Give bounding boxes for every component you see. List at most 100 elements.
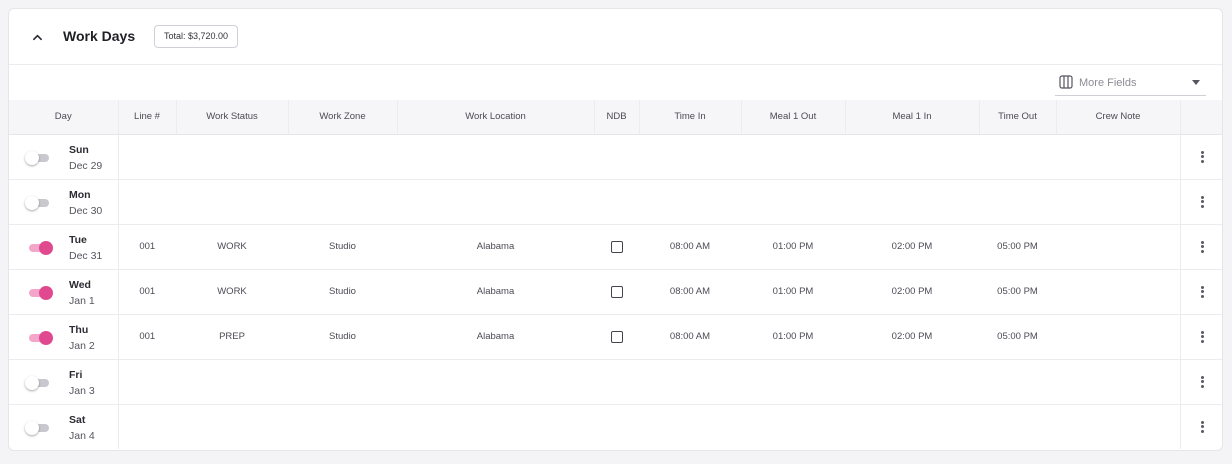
- crew-note-cell[interactable]: [1056, 314, 1180, 360]
- meal1-in-cell[interactable]: [845, 359, 979, 405]
- meal1-out-cell[interactable]: 01:00 PM: [741, 224, 845, 270]
- crew-note-cell[interactable]: [1056, 359, 1180, 405]
- meal1-in-cell[interactable]: [845, 404, 979, 449]
- line-number-cell[interactable]: 001: [118, 314, 176, 360]
- time-out-cell[interactable]: [979, 404, 1056, 449]
- more-vertical-icon[interactable]: [1199, 195, 1205, 209]
- work-location-cell[interactable]: [397, 134, 594, 180]
- work-location-cell[interactable]: [397, 404, 594, 449]
- line-number-cell[interactable]: [118, 179, 176, 225]
- work-status-cell[interactable]: [176, 179, 288, 225]
- work-zone-cell[interactable]: Studio: [288, 314, 397, 360]
- work-status-cell[interactable]: WORK: [176, 269, 288, 315]
- column-header: Meal 1 Out: [741, 100, 846, 135]
- ndb-checkbox[interactable]: [610, 330, 623, 343]
- time-out-cell[interactable]: 05:00 PM: [979, 224, 1056, 270]
- crew-note-cell[interactable]: [1056, 404, 1180, 449]
- ndb-cell[interactable]: [594, 224, 639, 270]
- day-date: Dec 30: [69, 204, 103, 217]
- work-zone-cell[interactable]: Studio: [288, 224, 397, 270]
- time-in-cell[interactable]: 08:00 AM: [639, 314, 741, 360]
- work-status-cell[interactable]: [176, 134, 288, 180]
- ndb-cell[interactable]: [594, 179, 639, 225]
- meal1-in-cell[interactable]: [845, 179, 979, 225]
- columns-icon: [1059, 75, 1073, 89]
- section-title: Work Days: [63, 28, 136, 44]
- column-header-actions: [1180, 100, 1222, 135]
- meal1-in-cell[interactable]: 02:00 PM: [845, 314, 979, 360]
- crew-note-cell[interactable]: [1056, 134, 1180, 180]
- more-vertical-icon[interactable]: [1199, 240, 1205, 254]
- work-status-cell[interactable]: PREP: [176, 314, 288, 360]
- collapse-button[interactable]: [27, 27, 47, 47]
- time-in-cell[interactable]: [639, 404, 741, 449]
- meal1-out-cell[interactable]: [741, 134, 845, 180]
- meal1-out-cell[interactable]: [741, 404, 845, 449]
- work-location-cell[interactable]: [397, 179, 594, 225]
- work-location-cell[interactable]: Alabama: [397, 269, 594, 315]
- ndb-checkbox[interactable]: [610, 240, 623, 253]
- meal1-in-cell[interactable]: 02:00 PM: [845, 224, 979, 270]
- work-zone-cell[interactable]: Studio: [288, 269, 397, 315]
- ndb-cell[interactable]: [594, 134, 639, 180]
- time-in-cell[interactable]: 08:00 AM: [639, 224, 741, 270]
- day-enabled-toggle[interactable]: [25, 330, 53, 345]
- work-zone-cell[interactable]: [288, 179, 397, 225]
- work-location-cell[interactable]: [397, 359, 594, 405]
- work-status-cell[interactable]: [176, 359, 288, 405]
- day-enabled-toggle[interactable]: [25, 420, 53, 435]
- time-out-cell[interactable]: [979, 179, 1056, 225]
- time-out-cell[interactable]: 05:00 PM: [979, 269, 1056, 315]
- more-fields-select[interactable]: More Fields: [1055, 71, 1206, 96]
- time-in-cell[interactable]: 08:00 AM: [639, 269, 741, 315]
- meal1-out-cell[interactable]: 01:00 PM: [741, 314, 845, 360]
- day-date: Jan 1: [69, 294, 95, 307]
- more-vertical-icon[interactable]: [1199, 375, 1205, 389]
- ndb-cell[interactable]: [594, 359, 639, 405]
- time-in-cell[interactable]: [639, 359, 741, 405]
- more-vertical-icon[interactable]: [1199, 150, 1205, 164]
- day-date: Dec 29: [69, 159, 103, 172]
- column-header: Crew Note: [1056, 100, 1181, 135]
- time-in-cell[interactable]: [639, 179, 741, 225]
- crew-note-cell[interactable]: [1056, 179, 1180, 225]
- work-status-cell[interactable]: WORK: [176, 224, 288, 270]
- work-zone-cell[interactable]: [288, 134, 397, 180]
- day-enabled-toggle[interactable]: [25, 195, 53, 210]
- time-in-cell[interactable]: [639, 134, 741, 180]
- line-number-cell[interactable]: [118, 404, 176, 449]
- more-vertical-icon[interactable]: [1199, 420, 1205, 434]
- ndb-cell[interactable]: [594, 269, 639, 315]
- work-location-cell[interactable]: Alabama: [397, 314, 594, 360]
- day-enabled-toggle[interactable]: [25, 240, 53, 255]
- meal1-out-cell[interactable]: [741, 359, 845, 405]
- crew-note-cell[interactable]: [1056, 224, 1180, 270]
- day-enabled-toggle[interactable]: [25, 375, 53, 390]
- time-out-cell[interactable]: [979, 134, 1056, 180]
- day-cell: Mon Dec 30: [9, 179, 119, 225]
- line-number-cell[interactable]: [118, 359, 176, 405]
- day-enabled-toggle[interactable]: [25, 150, 53, 165]
- line-number-cell[interactable]: 001: [118, 224, 176, 270]
- work-status-cell[interactable]: [176, 404, 288, 449]
- ndb-cell[interactable]: [594, 404, 639, 449]
- day-enabled-toggle[interactable]: [25, 285, 53, 300]
- meal1-in-cell[interactable]: [845, 134, 979, 180]
- line-number-cell[interactable]: 001: [118, 269, 176, 315]
- line-number-cell[interactable]: [118, 134, 176, 180]
- more-vertical-icon[interactable]: [1199, 285, 1205, 299]
- meal1-out-cell[interactable]: [741, 179, 845, 225]
- ndb-cell[interactable]: [594, 314, 639, 360]
- column-header: Line #: [118, 100, 177, 135]
- work-location-cell[interactable]: Alabama: [397, 224, 594, 270]
- meal1-in-cell[interactable]: 02:00 PM: [845, 269, 979, 315]
- crew-note-cell[interactable]: [1056, 269, 1180, 315]
- more-vertical-icon[interactable]: [1199, 330, 1205, 344]
- meal1-out-cell[interactable]: 01:00 PM: [741, 269, 845, 315]
- time-out-cell[interactable]: [979, 359, 1056, 405]
- table-row: Mon Dec 30: [9, 179, 1222, 225]
- ndb-checkbox[interactable]: [610, 285, 623, 298]
- time-out-cell[interactable]: 05:00 PM: [979, 314, 1056, 360]
- work-zone-cell[interactable]: [288, 359, 397, 405]
- work-zone-cell[interactable]: [288, 404, 397, 449]
